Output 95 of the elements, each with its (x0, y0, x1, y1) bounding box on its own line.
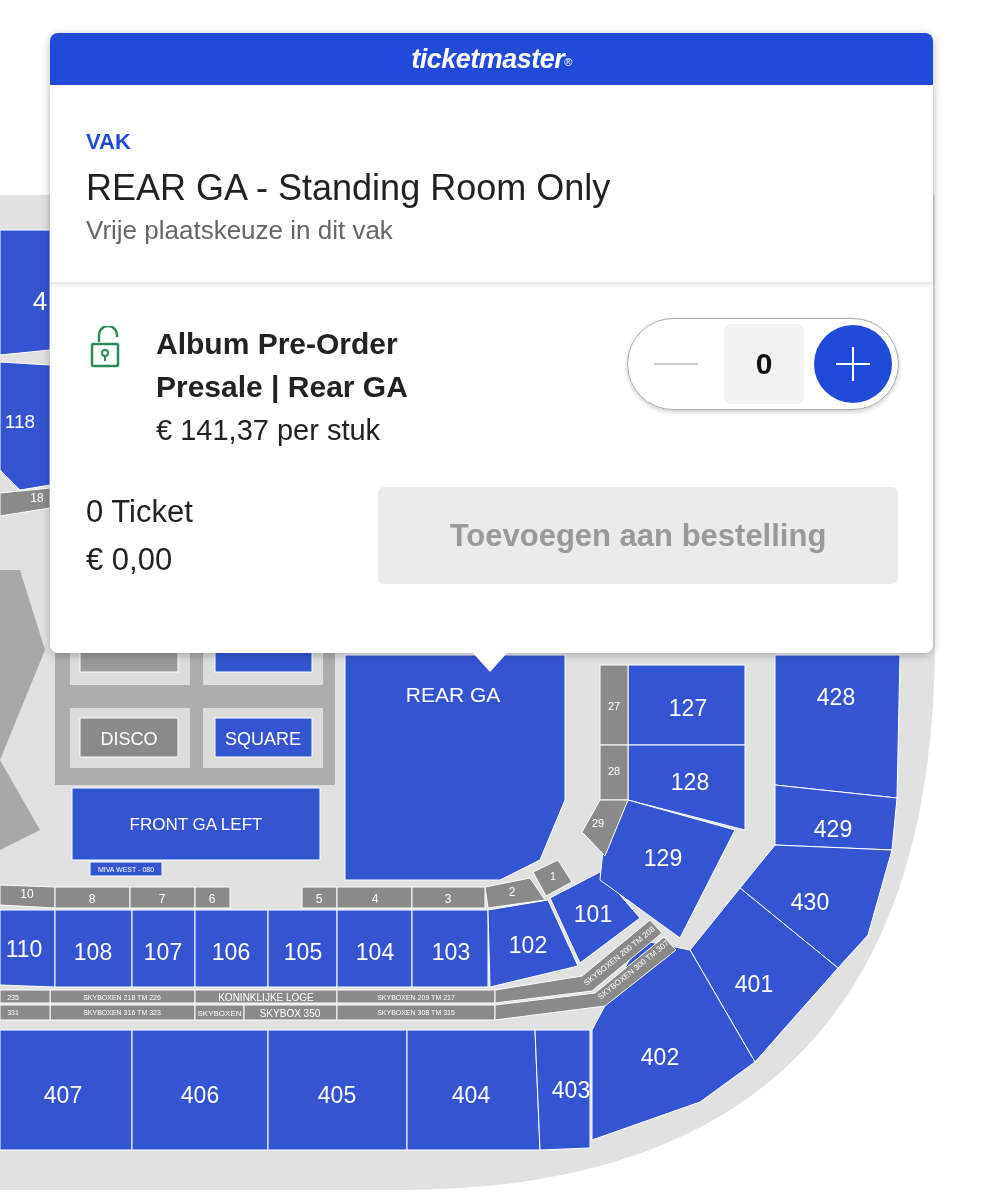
section-label: 128 (670, 769, 710, 795)
aisle-block[interactable] (243, 1004, 338, 1021)
seating-section[interactable] (194, 909, 269, 988)
seating-section[interactable] (89, 861, 163, 877)
section-label: KONINKLIJKE LOGE (218, 992, 314, 1003)
aisle-block[interactable] (194, 989, 338, 1004)
aisle-block[interactable] (532, 859, 573, 897)
section-label: 102 (508, 932, 548, 958)
aisle-block[interactable] (0, 1004, 51, 1021)
seating-section[interactable] (774, 784, 898, 851)
section-label: 3 (444, 892, 452, 906)
section-label: SKYBOX 350 (259, 1008, 321, 1019)
seating-section[interactable] (411, 909, 489, 988)
section-title: REAR GA - Standing Room Only (86, 167, 612, 209)
aisle-block[interactable] (0, 487, 51, 517)
minus-icon (654, 362, 698, 366)
section-label: 8 (88, 892, 96, 906)
aisle-block[interactable] (599, 664, 629, 746)
section-label: 127 (668, 695, 708, 721)
seating-section[interactable] (534, 1029, 591, 1151)
section-label: 29 (591, 817, 605, 829)
plus-icon (836, 347, 870, 381)
section-label: 407 (43, 1082, 83, 1108)
seating-section[interactable] (627, 664, 746, 746)
section-label: DISCO (100, 729, 158, 749)
section-label: 428 (816, 684, 856, 710)
section-label: 108 (73, 939, 113, 965)
aisle-block[interactable] (336, 989, 496, 1004)
seating-section[interactable] (267, 1029, 408, 1151)
section-label: 118 (4, 411, 36, 432)
aisle-block[interactable] (484, 877, 546, 909)
seating-section[interactable] (71, 787, 321, 861)
aisle-block[interactable] (599, 744, 629, 801)
section-label: 129 (643, 845, 683, 871)
section-label: 27 (607, 700, 621, 712)
seating-section[interactable] (344, 654, 566, 881)
seating-section[interactable] (336, 909, 413, 988)
section-label: 10 (20, 887, 34, 901)
seating-section[interactable] (627, 744, 746, 831)
seating-section[interactable] (406, 1029, 541, 1151)
section-label: 5 (315, 892, 323, 906)
seating-section[interactable] (54, 909, 133, 988)
quantity-value: 0 (724, 324, 804, 404)
aisle-block[interactable] (494, 936, 677, 1021)
section-label: 402 (640, 1044, 680, 1070)
aisle-block[interactable] (581, 799, 629, 857)
section-label: 103 (431, 939, 471, 965)
section-label: 110 (5, 936, 43, 962)
aisle-block[interactable] (194, 1004, 245, 1021)
section-label: 403 (551, 1077, 591, 1103)
section-label: 404 (451, 1082, 491, 1108)
aisle-block[interactable] (79, 717, 179, 758)
seating-section[interactable] (0, 1029, 133, 1151)
section-label: 107 (143, 939, 183, 965)
section-label: 18 (30, 491, 44, 505)
seating-section[interactable] (131, 1029, 269, 1151)
section-label: 401 (734, 971, 774, 997)
section-label: 406 (180, 1082, 220, 1108)
section-label: 104 (355, 939, 395, 965)
increase-button[interactable] (814, 325, 892, 403)
section-label: SKYBOXEN (197, 1009, 242, 1018)
seating-section[interactable] (689, 887, 839, 1063)
section-label: SQUARE (225, 729, 301, 749)
aisle-block[interactable] (129, 886, 196, 909)
seating-section[interactable] (267, 909, 338, 988)
section-label: 6 (208, 892, 216, 906)
seating-section[interactable] (131, 909, 196, 988)
section-label: 7 (158, 892, 166, 906)
section-label: REAR GA (405, 683, 501, 706)
aisle-block[interactable] (336, 1004, 496, 1021)
order-total: € 0,00 (86, 540, 174, 579)
aisle-block[interactable] (336, 886, 413, 909)
section-subtitle: Vrije plaatskeuze in dit vak (86, 215, 394, 246)
section-label: 4 (371, 892, 379, 906)
section-label: 101 (573, 901, 613, 927)
section-caption: VAK (86, 129, 132, 155)
seating-section[interactable] (214, 717, 313, 758)
section-label: 1 (549, 870, 557, 882)
section-label: 28 (607, 765, 621, 777)
aisle-block[interactable] (411, 886, 486, 909)
section-label: 405 (317, 1082, 357, 1108)
aisle-block[interactable] (301, 886, 338, 909)
section-label: 429 (813, 816, 853, 842)
section-label: 2 (508, 885, 516, 899)
section-label: 430 (790, 889, 830, 915)
section-label: FRONT GA LEFT (129, 815, 263, 834)
section-label: 4 (32, 286, 48, 316)
ticket-count: 0 Ticket (86, 492, 193, 531)
seating-section[interactable] (0, 909, 56, 988)
aisle-block[interactable] (54, 886, 131, 909)
offer-name: Album Pre-Order Presale | Rear GA (156, 326, 409, 405)
offer-price: € 141,37 per stuk (156, 414, 382, 447)
aisle-block[interactable] (194, 886, 231, 909)
section-label: 106 (211, 939, 251, 965)
section-label: 105 (283, 939, 323, 965)
